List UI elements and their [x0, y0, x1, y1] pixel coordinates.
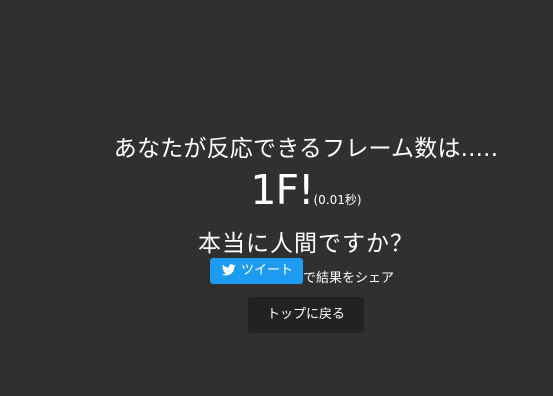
- share-suffix-text: で結果をシェア: [303, 271, 395, 286]
- score-line: 1F!(0.01秒): [0, 168, 553, 222]
- tweet-button[interactable]: ツイート: [210, 258, 303, 284]
- tweet-button-label: ツイート: [240, 263, 293, 278]
- result-panel: あなたが反応できるフレーム数は..... 1F!(0.01秒) 本当に人間ですか…: [0, 133, 553, 260]
- frame-count: 1F!: [250, 166, 314, 214]
- result-question: あなたが反応できるフレーム数は.....: [113, 136, 499, 162]
- twitter-bird-icon: [221, 263, 236, 275]
- result-page: あなたが反応できるフレーム数は..... 1F!(0.01秒) 本当に人間ですか…: [0, 0, 553, 396]
- reaction-seconds: (0.01秒): [313, 193, 362, 207]
- verdict-text: 本当に人間ですか？: [198, 231, 414, 257]
- back-to-top-button[interactable]: トップに戻る: [248, 297, 364, 333]
- share-row: ツイート で結果をシェア: [210, 258, 394, 287]
